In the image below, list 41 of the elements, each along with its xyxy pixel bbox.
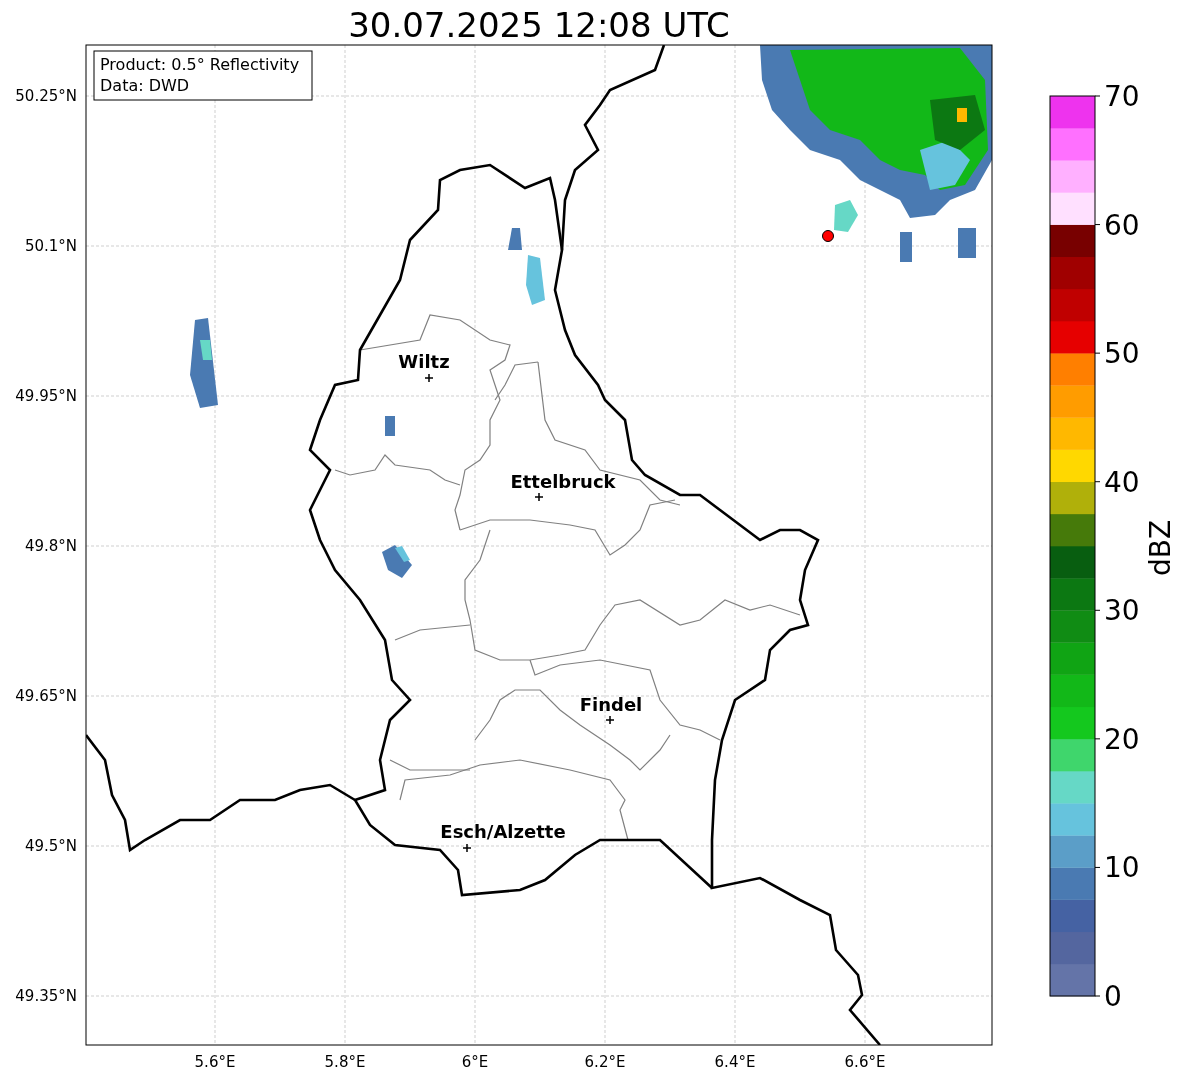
radar-echo bbox=[834, 200, 858, 232]
city-label: Ettelbruck bbox=[510, 471, 616, 492]
radar-echo bbox=[385, 416, 395, 436]
info-text: Data: DWD bbox=[100, 76, 190, 95]
tick-label: 6.2°E bbox=[584, 1053, 626, 1071]
city-marker-icon bbox=[462, 843, 472, 853]
colorbar-tick-label: 70 bbox=[1104, 80, 1140, 113]
colorbar-tick-label: 20 bbox=[1104, 722, 1140, 756]
tick-label: 49.95°N bbox=[15, 387, 77, 405]
info-text: Product: 0.5° Reflectivity bbox=[100, 55, 300, 74]
city-marker-icon bbox=[605, 715, 615, 725]
radar-echo bbox=[526, 255, 545, 305]
tick-label: 50.1°N bbox=[24, 237, 77, 255]
tick-label: 6.4°E bbox=[714, 1053, 756, 1071]
radar-echo bbox=[508, 228, 522, 250]
city-label: Findel bbox=[579, 694, 643, 715]
chart-title: 30.07.2025 12:08 UTC bbox=[348, 5, 730, 45]
tick-label: 49.5°N bbox=[24, 837, 77, 855]
tick-label: 49.65°N bbox=[15, 687, 77, 705]
colorbar-tick-label: 40 bbox=[1104, 465, 1140, 499]
radar-echo bbox=[958, 228, 976, 258]
tick-label: 49.35°N bbox=[15, 987, 77, 1005]
colorbar-label: dBZ bbox=[1144, 519, 1177, 577]
city-label: Wiltz bbox=[398, 351, 450, 372]
tick-label: 5.8°E bbox=[324, 1053, 366, 1071]
tick-label: 50.25°N bbox=[15, 87, 77, 105]
tick-label: 6°E bbox=[461, 1053, 489, 1071]
city-label: Esch/Alzette bbox=[440, 821, 566, 842]
tick-label: 6.6°E bbox=[844, 1053, 886, 1071]
colorbar-tick-label: 30 bbox=[1104, 594, 1140, 628]
radar-echo bbox=[382, 545, 412, 578]
colorbar-tick-label: 10 bbox=[1104, 851, 1140, 885]
colorbar-tick-label: 50 bbox=[1104, 337, 1140, 371]
city-marker-icon bbox=[424, 373, 434, 383]
radar-echo bbox=[900, 232, 912, 262]
tick-label: 5.6°E bbox=[194, 1053, 236, 1071]
city-marker-icon bbox=[534, 492, 544, 502]
tick-label: 49.8°N bbox=[24, 537, 77, 555]
colorbar-tick-label: 0 bbox=[1104, 980, 1122, 1013]
colorbar-tick-label: 60 bbox=[1104, 208, 1140, 242]
radar-site-marker bbox=[822, 230, 834, 242]
